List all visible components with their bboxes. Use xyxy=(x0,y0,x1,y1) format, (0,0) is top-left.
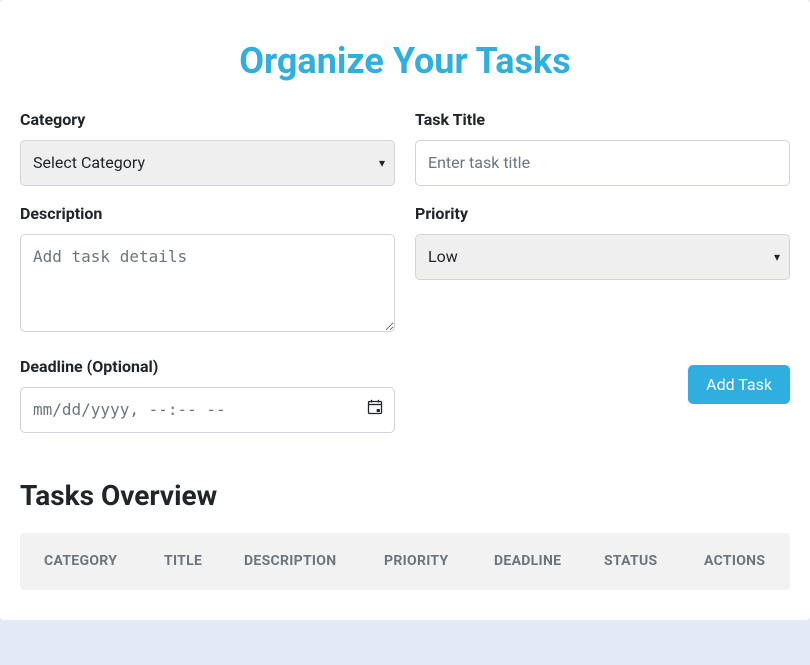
submit-container: Add Task xyxy=(415,355,790,449)
column-header-actions: ACTIONS xyxy=(686,551,786,572)
overview-title: Tasks Overview xyxy=(20,475,790,517)
priority-label: Priority xyxy=(415,202,790,226)
page-title: Organize Your Tasks xyxy=(20,0,790,108)
column-header-title: TITLE xyxy=(146,551,226,572)
task-form: Category Select Category ▾ Task Title De… xyxy=(20,108,790,449)
deadline-group: Deadline (Optional) xyxy=(20,355,395,433)
column-header-category: CATEGORY xyxy=(26,551,146,572)
deadline-label: Deadline (Optional) xyxy=(20,355,395,379)
priority-select[interactable]: Low xyxy=(415,234,790,280)
add-task-button[interactable]: Add Task xyxy=(688,365,790,404)
description-textarea[interactable] xyxy=(20,234,395,332)
column-header-priority: PRIORITY xyxy=(366,551,476,572)
task-title-group: Task Title xyxy=(415,108,790,186)
category-select[interactable]: Select Category xyxy=(20,140,395,186)
deadline-input[interactable] xyxy=(20,387,395,433)
main-panel: Organize Your Tasks Category Select Cate… xyxy=(0,0,810,620)
task-title-input[interactable] xyxy=(415,140,790,186)
deadline-input-wrap xyxy=(20,387,395,433)
category-group: Category Select Category ▾ xyxy=(20,108,395,186)
column-header-status: STATUS xyxy=(586,551,686,572)
description-label: Description xyxy=(20,202,395,226)
column-header-deadline: DEADLINE xyxy=(476,551,586,572)
priority-select-wrap: Low ▾ xyxy=(415,234,790,280)
task-title-label: Task Title xyxy=(415,108,790,132)
column-header-description: DESCRIPTION xyxy=(226,551,366,572)
category-select-wrap: Select Category ▾ xyxy=(20,140,395,186)
description-group: Description xyxy=(20,202,395,339)
priority-group: Priority Low ▾ xyxy=(415,202,790,339)
tasks-table-header: CATEGORY TITLE DESCRIPTION PRIORITY DEAD… xyxy=(20,533,790,590)
category-label: Category xyxy=(20,108,395,132)
